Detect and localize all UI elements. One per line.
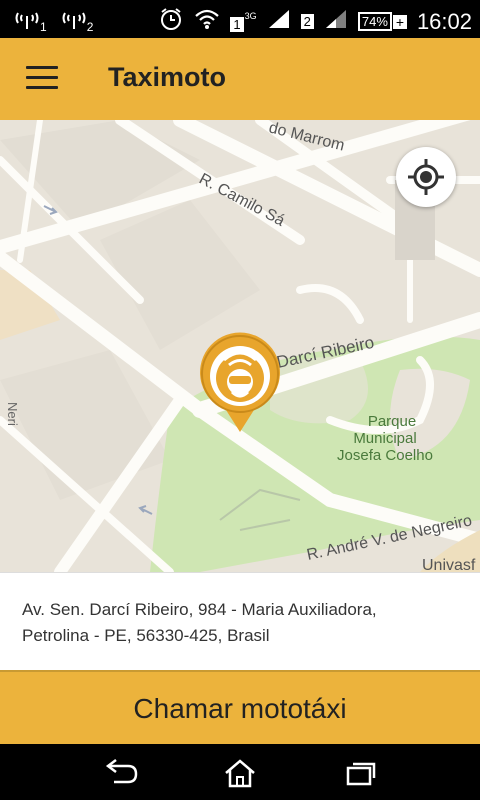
app-title: Taximoto [108, 62, 227, 92]
menu-icon[interactable] [26, 66, 58, 90]
crosshair-icon [408, 159, 444, 195]
sim2-label: 2 [86, 19, 94, 34]
address-line-2: Petrolina - PE, 56330-425, Brasil [22, 626, 270, 645]
alarm-icon [158, 6, 184, 37]
app-bar: Taximoto [0, 38, 480, 120]
cell-signal-2-icon [324, 8, 348, 35]
address-text: Av. Sen. Darcí Ribeiro, 984 - Maria Auxi… [22, 597, 462, 649]
address-panel: Av. Sen. Darcí Ribeiro, 984 - Maria Auxi… [0, 572, 480, 671]
street-label-univasf: Univasf [422, 557, 476, 572]
recent-apps-icon[interactable] [340, 758, 380, 788]
navigation-bar [0, 744, 480, 800]
map-view[interactable]: do Marrom R. Camilo Sá Darcí Ribeiro Par… [0, 120, 480, 572]
park-label-line3: Josefa Coelho [337, 447, 433, 464]
sim2-badge-icon: 2 [300, 13, 314, 31]
my-location-button[interactable] [396, 147, 456, 207]
clock: 16:02 [416, 8, 472, 34]
sim1-badge-icon: 1 3G [230, 11, 257, 32]
signal-sim2-icon [61, 7, 87, 36]
location-pin-icon[interactable] [196, 330, 284, 434]
address-line-1: Av. Sen. Darcí Ribeiro, 984 - Maria Auxi… [22, 600, 377, 619]
park-label-line1: Parque [368, 413, 416, 430]
cell-signal-1-icon [267, 8, 291, 35]
call-mototaxi-label: Chamar mototáxi [133, 693, 347, 724]
call-mototaxi-button[interactable]: Chamar mototáxi [0, 670, 480, 746]
sim1-label: 1 [40, 19, 47, 34]
signal-sim1-icon [14, 7, 40, 36]
battery-icon: 74% + [357, 12, 407, 31]
wifi-icon [194, 8, 220, 35]
park-label-line2: Municipal [353, 430, 416, 447]
street-label-left: Neri [5, 402, 20, 426]
home-icon[interactable] [220, 758, 260, 788]
status-bar: 1 2 1 3G 2 74% + 16:02 [0, 0, 480, 38]
back-icon[interactable] [102, 758, 142, 788]
